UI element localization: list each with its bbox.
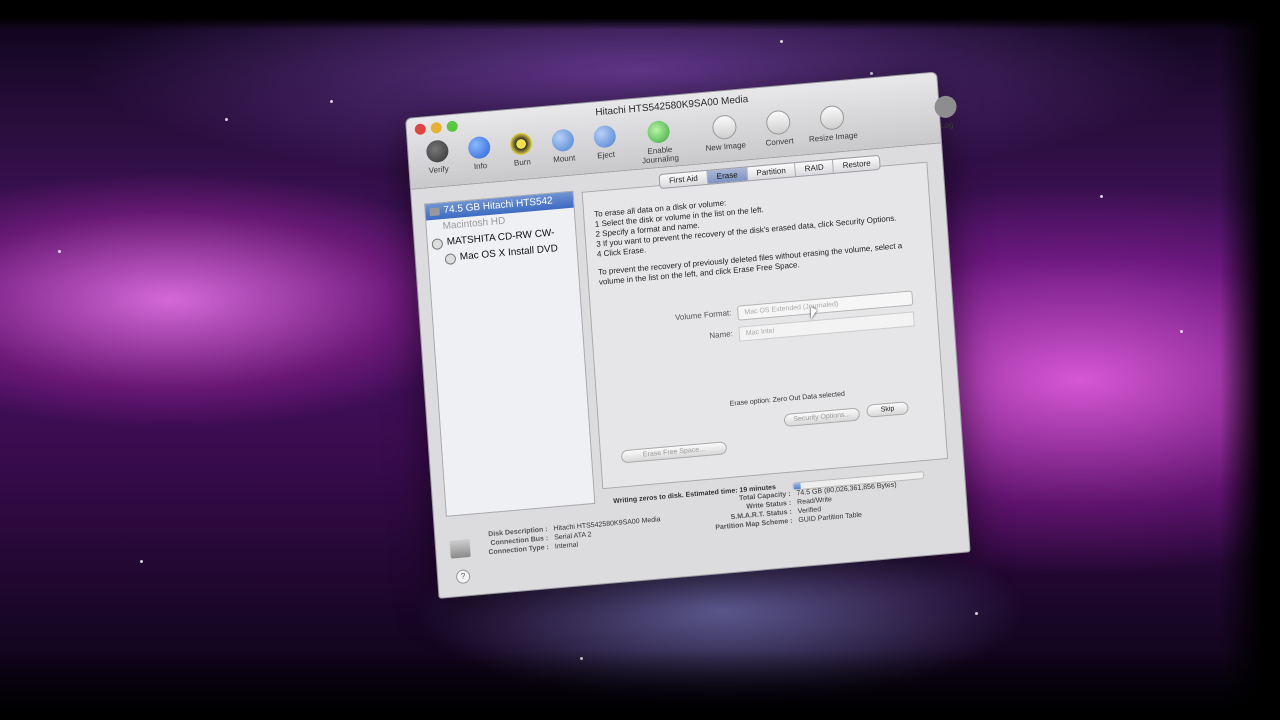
convert-icon — [765, 109, 792, 136]
tab-partition[interactable]: Partition — [747, 163, 797, 181]
hard-disk-icon — [449, 538, 471, 559]
disk-info-left: Disk Description : Hitachi HTS542580K9SA… — [487, 516, 662, 556]
erase-free-space-button[interactable]: Erase Free Space... — [620, 441, 728, 464]
mount-label: Mount — [552, 153, 576, 165]
monitor-bezel-top — [0, 0, 1280, 30]
monitor-bezel-right — [1220, 0, 1280, 720]
journal-icon — [646, 120, 671, 144]
volume-format-label: Volume Format: — [674, 308, 732, 323]
security-options-button[interactable]: Security Options... — [783, 407, 861, 428]
log-icon — [933, 94, 958, 119]
mouse-pointer-icon — [811, 307, 817, 319]
resize-image-button[interactable]: Resize Image — [800, 101, 865, 151]
resize-image-icon — [819, 104, 845, 131]
skip-button[interactable]: Skip — [866, 401, 909, 418]
disk-list-sidebar: 74.5 GB Hitachi HTS542 Macintosh HD MATS… — [424, 190, 596, 517]
tab-erase[interactable]: Erase — [707, 167, 748, 184]
log-label: Log — [939, 120, 954, 131]
convert-label: Convert — [765, 136, 794, 148]
info-icon — [467, 135, 491, 160]
mount-icon — [551, 128, 575, 153]
eject-icon — [593, 124, 617, 149]
info-label: Info — [473, 161, 488, 172]
burn-label: Burn — [513, 157, 532, 168]
verify-label: Verify — [428, 164, 449, 176]
burn-icon — [509, 132, 533, 156]
convert-button[interactable]: Convert — [758, 107, 799, 155]
resize-image-label: Resize Image — [808, 130, 859, 144]
info-button[interactable]: Info — [459, 133, 500, 181]
hard-disk-icon — [429, 207, 440, 217]
verify-button[interactable]: Verify — [418, 137, 459, 185]
name-label: Name: — [709, 329, 734, 341]
help-button[interactable]: ? — [455, 569, 471, 585]
erase-panel: To erase all data on a disk or volume: 1… — [581, 161, 949, 490]
optical-disc-icon — [431, 237, 444, 250]
monitor-bezel-bottom — [0, 650, 1280, 720]
new-image-label: New Image — [705, 140, 747, 153]
tab-restore[interactable]: Restore — [833, 156, 880, 173]
new-image-button[interactable]: New Image — [693, 111, 758, 161]
mount-button[interactable]: Mount — [543, 126, 584, 174]
enable-journaling-label: Enable Journaling — [641, 144, 680, 166]
enable-journaling-button[interactable]: Enable Journaling — [627, 116, 692, 166]
eject-label: Eject — [596, 149, 616, 161]
microscope-icon — [425, 139, 450, 164]
dvd-icon — [444, 252, 457, 265]
disk-utility-window: Hitachi HTS542580K9SA00 Media Verify Inf… — [405, 71, 971, 599]
tab-first-aid[interactable]: First Aid — [659, 170, 709, 188]
new-image-icon — [711, 114, 738, 141]
tab-raid[interactable]: RAID — [795, 159, 835, 177]
erase-instructions: To erase all data on a disk or volume: 1… — [594, 181, 928, 288]
log-button[interactable]: Log — [926, 92, 967, 140]
burn-button[interactable]: Burn — [501, 129, 542, 177]
erase-option-text: Erase option: Zero Out Data selected — [729, 390, 846, 408]
eject-button[interactable]: Eject — [585, 122, 626, 170]
progress-fill — [793, 482, 801, 490]
